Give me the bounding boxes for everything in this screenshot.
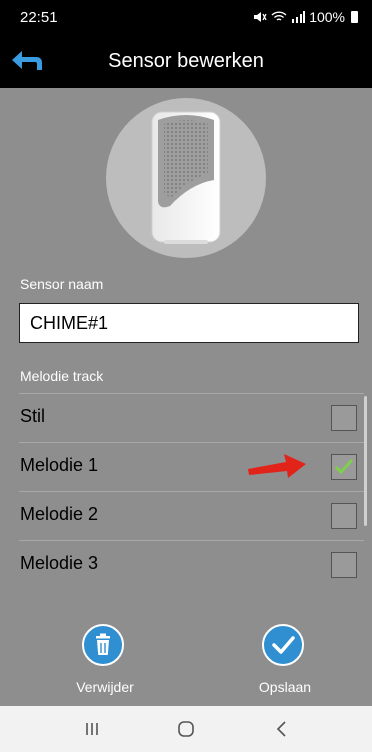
melody-track-label: Melodie track xyxy=(20,368,104,384)
track-row-melodie-1[interactable]: Melodie 1 xyxy=(19,442,364,491)
battery-icon xyxy=(351,11,358,23)
delete-button[interactable]: Verwijder xyxy=(50,624,160,696)
track-row-stil[interactable]: Stil xyxy=(19,393,364,442)
status-bar: 22:51 100% xyxy=(0,0,372,36)
mute-icon xyxy=(254,12,267,22)
signal-icon xyxy=(292,11,306,23)
track-checkbox-stil[interactable] xyxy=(331,405,357,431)
melody-track-list: Stil Melodie 1 Melodie 2 Melodie 3 xyxy=(19,393,364,580)
delete-circle xyxy=(82,624,124,666)
checkmark-icon xyxy=(272,636,295,654)
track-row-melodie-3[interactable]: Melodie 3 xyxy=(19,540,364,580)
track-checkbox-melodie-2[interactable] xyxy=(331,503,357,529)
sensor-name-input[interactable] xyxy=(19,303,359,343)
chime-device-icon xyxy=(151,111,221,244)
page-title: Sensor bewerken xyxy=(108,50,264,72)
wifi-icon xyxy=(271,11,287,21)
delete-label: Verwijder xyxy=(76,679,134,695)
home-button[interactable] xyxy=(166,716,206,742)
status-time: 22:51 xyxy=(20,9,58,26)
home-icon xyxy=(178,721,194,737)
recent-apps-icon xyxy=(86,723,98,735)
save-button[interactable]: Opslaan xyxy=(230,624,340,696)
track-row-melodie-2[interactable]: Melodie 2 xyxy=(19,491,364,540)
track-checkbox-melodie-3[interactable] xyxy=(331,552,357,578)
check-icon xyxy=(334,458,354,475)
list-scrollbar[interactable] xyxy=(364,396,367,526)
battery-percent: 100% xyxy=(309,9,345,25)
sensor-image xyxy=(106,98,266,258)
save-circle xyxy=(262,624,304,666)
track-label: Melodie 3 xyxy=(20,553,99,573)
track-checkbox-melodie-1[interactable] xyxy=(331,454,357,480)
track-label: Melodie 1 xyxy=(20,455,99,475)
trash-icon xyxy=(96,633,110,655)
system-nav-bar xyxy=(0,706,372,752)
red-arrow-icon xyxy=(248,454,306,478)
app-bar: Sensor bewerken xyxy=(0,36,372,88)
recent-apps-button[interactable] xyxy=(72,716,112,742)
track-label: Melodie 2 xyxy=(20,504,99,524)
save-label: Opslaan xyxy=(258,679,312,695)
sensor-name-label: Sensor naam xyxy=(20,276,104,292)
track-label: Stil xyxy=(20,406,46,426)
chevron-left-icon xyxy=(276,721,286,737)
back-nav-button[interactable] xyxy=(262,716,302,742)
status-icons: 100% xyxy=(253,9,358,25)
